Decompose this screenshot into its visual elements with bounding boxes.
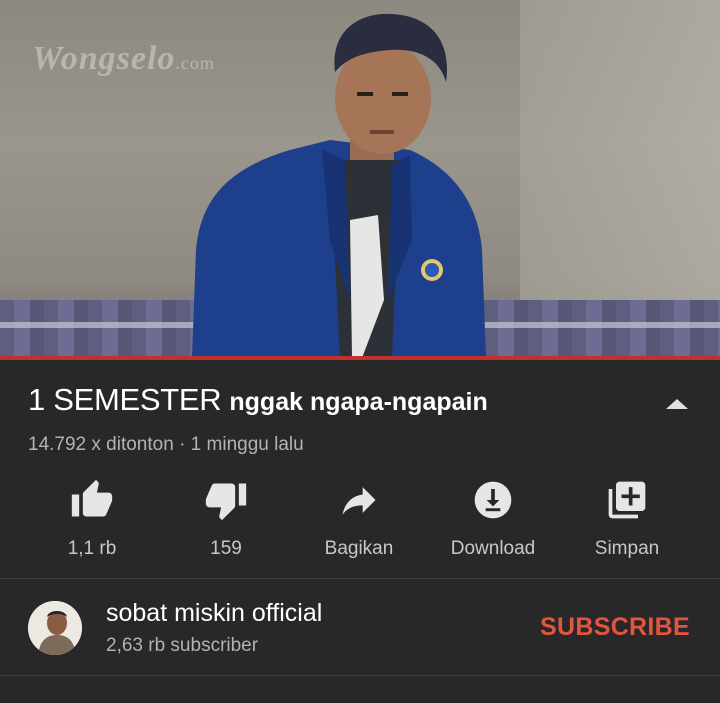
dislike-button[interactable]: 159 bbox=[161, 478, 291, 560]
like-count: 1,1 rb bbox=[67, 538, 117, 559]
video-views-date: 14.792 x ditonton · 1 minggu lalu bbox=[28, 434, 304, 455]
download-label: Download bbox=[450, 538, 536, 559]
channel-name[interactable]: sobat miskin official bbox=[106, 599, 322, 628]
download-icon bbox=[474, 481, 512, 519]
save-label: Simpan bbox=[594, 538, 660, 559]
share-button[interactable]: Bagikan bbox=[294, 478, 424, 560]
collapse-description-icon[interactable] bbox=[666, 399, 688, 409]
save-button[interactable]: Simpan bbox=[562, 478, 692, 560]
share-label: Bagikan bbox=[324, 538, 394, 559]
watermark-logo: Wongselo.com bbox=[32, 40, 215, 77]
avatar-image bbox=[28, 601, 82, 655]
channel-avatar[interactable] bbox=[28, 601, 82, 655]
download-button[interactable]: Download bbox=[428, 478, 558, 560]
video-player[interactable]: Wongselo.com bbox=[0, 0, 720, 358]
thumbs-up-icon bbox=[71, 479, 113, 517]
thumbs-down-icon bbox=[205, 483, 247, 521]
video-title: 1 SEMESTER nggak ngapa-ngapain bbox=[28, 382, 488, 418]
video-title-part2: nggak ngapa-ngapain bbox=[229, 388, 488, 416]
subscribe-button[interactable]: SUBSCRIBE bbox=[540, 613, 690, 642]
subscriber-count: 2,63 rb subscriber bbox=[106, 635, 259, 656]
video-progress-bar[interactable] bbox=[0, 356, 720, 360]
like-button[interactable]: 1,1 rb bbox=[27, 478, 157, 560]
dislike-count: 159 bbox=[210, 538, 242, 559]
channel-row[interactable]: sobat miskin official 2,63 rb subscriber… bbox=[0, 579, 720, 675]
add-to-playlist-icon bbox=[608, 481, 646, 519]
action-bar: 1,1 rb 159 Bagikan Download Simpan bbox=[0, 478, 720, 560]
share-icon bbox=[342, 487, 376, 515]
bottom-divider bbox=[0, 675, 720, 676]
video-title-part1: 1 SEMESTER bbox=[28, 382, 222, 417]
